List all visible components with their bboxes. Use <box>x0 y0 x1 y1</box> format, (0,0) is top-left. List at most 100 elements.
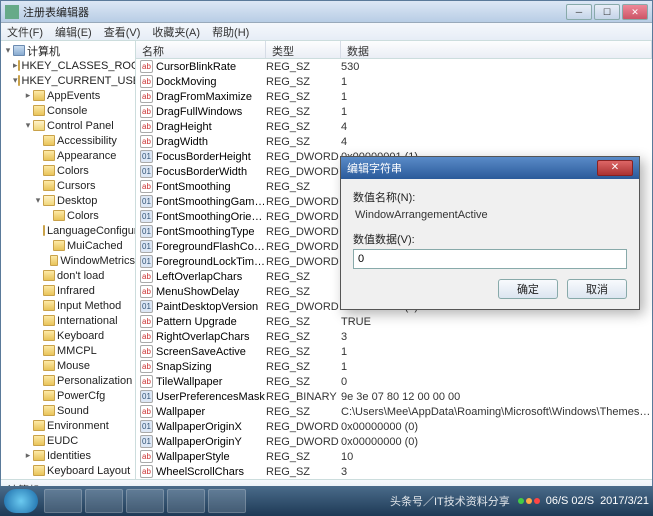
value-type: REG_DWORD <box>266 421 341 433</box>
value-row[interactable]: abRightOverlapCharsREG_SZ3 <box>136 329 652 344</box>
tree-node[interactable]: MuiCached <box>1 238 135 253</box>
tree-node[interactable]: Keyboard <box>1 328 135 343</box>
menu-item[interactable]: 帮助(H) <box>212 24 249 40</box>
dialog-titlebar[interactable]: 编辑字符串 ✕ <box>341 157 639 179</box>
value-row[interactable]: abWallpaperStyleREG_SZ10 <box>136 449 652 464</box>
tree-node[interactable]: EUDC <box>1 433 135 448</box>
expander-icon[interactable]: ▾ <box>13 75 18 86</box>
start-button[interactable] <box>4 489 38 513</box>
titlebar[interactable]: 注册表编辑器 ─ ☐ ✕ <box>1 1 652 23</box>
tree-node[interactable]: MMCPL <box>1 343 135 358</box>
tree-node[interactable]: Input Method <box>1 298 135 313</box>
menu-item[interactable]: 编辑(E) <box>55 24 92 40</box>
value-type: REG_DWORD <box>266 211 341 223</box>
tree-node[interactable]: Sound <box>1 403 135 418</box>
computer-icon <box>13 45 25 56</box>
menu-item[interactable]: 查看(V) <box>104 24 141 40</box>
folder-icon <box>33 465 45 476</box>
tree-node[interactable]: Mouse <box>1 358 135 373</box>
tree-node[interactable]: Colors <box>1 163 135 178</box>
system-tray[interactable]: 06/S 02/S 2017/3/21 <box>518 495 649 507</box>
tree-node[interactable]: Colors <box>1 208 135 223</box>
tree-node[interactable]: ▾Desktop <box>1 193 135 208</box>
tree-node[interactable]: Environment <box>1 418 135 433</box>
tree-node[interactable]: Accessibility <box>1 133 135 148</box>
menu-item[interactable]: 文件(F) <box>7 24 43 40</box>
taskbar[interactable]: 头条号／IT技术资料分享 06/S 02/S 2017/3/21 <box>0 486 653 516</box>
value-row[interactable]: abDragFullWindowsREG_SZ1 <box>136 104 652 119</box>
expander-icon[interactable]: ▾ <box>33 195 43 206</box>
folder-icon <box>43 225 45 236</box>
value-row[interactable]: abCursorBlinkRateREG_SZ530 <box>136 59 652 74</box>
value-name: FontSmoothingType <box>156 226 266 238</box>
tree-node[interactable]: LanguageConfiguration <box>1 223 135 238</box>
value-name: FocusBorderHeight <box>156 151 266 163</box>
tree-node[interactable]: ▸Identities <box>1 448 135 463</box>
folder-icon <box>43 195 55 206</box>
col-type[interactable]: 类型 <box>266 41 341 58</box>
value-data: 1 <box>341 106 652 118</box>
ok-button[interactable]: 确定 <box>498 279 558 299</box>
tree-node[interactable]: ▾HKEY_CURRENT_USER <box>1 73 135 88</box>
col-name[interactable]: 名称 <box>136 41 266 58</box>
value-data-input[interactable] <box>353 249 627 269</box>
minimize-button[interactable]: ─ <box>566 4 592 20</box>
tree-node[interactable]: International <box>1 313 135 328</box>
tree-node[interactable]: Console <box>1 103 135 118</box>
task-button[interactable] <box>167 489 205 513</box>
value-data: 0x00000000 (0) <box>341 421 652 433</box>
task-button[interactable] <box>208 489 246 513</box>
task-button[interactable] <box>44 489 82 513</box>
value-type: REG_SZ <box>266 181 341 193</box>
tree-node[interactable]: Cursors <box>1 178 135 193</box>
value-name: LeftOverlapChars <box>156 271 266 283</box>
tree-node[interactable]: Personalization <box>1 373 135 388</box>
dialog-close-button[interactable]: ✕ <box>597 160 633 176</box>
value-row[interactable]: abWheelScrollCharsREG_SZ3 <box>136 464 652 479</box>
tree-node[interactable]: Infrared <box>1 283 135 298</box>
value-row[interactable]: abDragFromMaximizeREG_SZ1 <box>136 89 652 104</box>
value-row[interactable]: 01WallpaperOriginXREG_DWORD0x00000000 (0… <box>136 419 652 434</box>
expander-icon[interactable]: ▸ <box>13 60 18 71</box>
expander-icon[interactable]: ▾ <box>23 120 33 131</box>
task-button[interactable] <box>85 489 123 513</box>
tree-node[interactable]: ▸HKEY_CLASSES_ROOT <box>1 58 135 73</box>
value-data: 1 <box>341 361 652 373</box>
tree-view[interactable]: ▾ 计算机▸HKEY_CLASSES_ROOT▾HKEY_CURRENT_USER… <box>1 41 136 479</box>
folder-icon <box>43 375 55 386</box>
value-name: DragWidth <box>156 136 266 148</box>
value-row[interactable]: 01UserPreferencesMaskREG_BINARY9e 3e 07 … <box>136 389 652 404</box>
task-button[interactable] <box>126 489 164 513</box>
value-row[interactable]: abDragHeightREG_SZ4 <box>136 119 652 134</box>
value-row[interactable]: abSnapSizingREG_SZ1 <box>136 359 652 374</box>
value-row[interactable]: abDragWidthREG_SZ4 <box>136 134 652 149</box>
tree-node[interactable]: don't load <box>1 268 135 283</box>
tree-node[interactable]: ▾ 计算机 <box>1 43 135 58</box>
tree-node[interactable]: ▾Control Panel <box>1 118 135 133</box>
tree-node[interactable]: PowerCfg <box>1 388 135 403</box>
tree-node[interactable]: WindowMetrics <box>1 253 135 268</box>
expander-icon[interactable]: ▾ <box>3 45 13 56</box>
tree-label: 计算机 <box>27 43 60 59</box>
value-type: REG_SZ <box>266 376 341 388</box>
cancel-button[interactable]: 取消 <box>567 279 627 299</box>
menu-item[interactable]: 收藏夹(A) <box>152 24 200 40</box>
string-icon: ab <box>140 105 153 118</box>
maximize-button[interactable]: ☐ <box>594 4 620 20</box>
tree-node[interactable]: Appearance <box>1 148 135 163</box>
tree-label: International <box>57 315 118 327</box>
folder-icon <box>43 300 55 311</box>
value-row[interactable]: abScreenSaveActiveREG_SZ1 <box>136 344 652 359</box>
tree-label: Keyboard <box>57 330 104 342</box>
value-row[interactable]: abWallpaperREG_SZC:\Users\Mee\AppData\Ro… <box>136 404 652 419</box>
close-button[interactable]: ✕ <box>622 4 648 20</box>
value-row[interactable]: abPattern UpgradeREG_SZTRUE <box>136 314 652 329</box>
col-data[interactable]: 数据 <box>341 41 652 58</box>
expander-icon[interactable]: ▸ <box>23 90 33 101</box>
tree-node[interactable]: Keyboard Layout <box>1 463 135 478</box>
value-row[interactable]: 01WallpaperOriginYREG_DWORD0x00000000 (0… <box>136 434 652 449</box>
expander-icon[interactable]: ▸ <box>23 450 33 461</box>
value-row[interactable]: abTileWallpaperREG_SZ0 <box>136 374 652 389</box>
tree-node[interactable]: ▸AppEvents <box>1 88 135 103</box>
value-row[interactable]: abDockMovingREG_SZ1 <box>136 74 652 89</box>
